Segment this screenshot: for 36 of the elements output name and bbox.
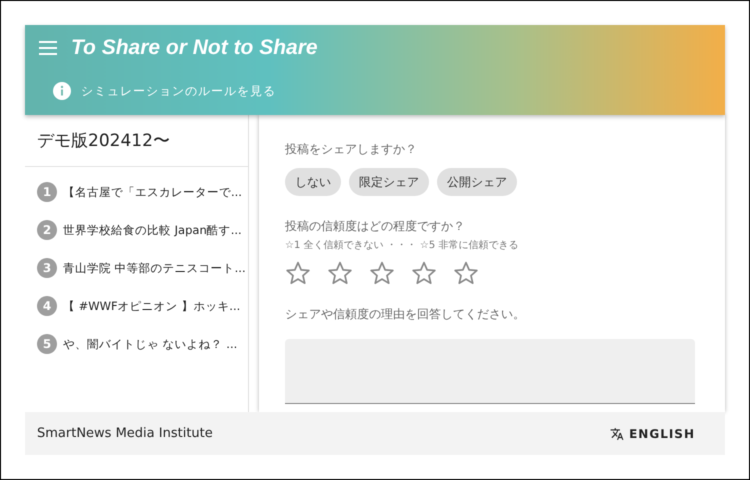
answer-field[interactable] <box>285 339 695 404</box>
sidebar-item[interactable]: 1 【名古屋で「エスカレーターで... <box>25 173 248 211</box>
star-button[interactable] <box>327 260 353 286</box>
hint-text: ☆1 全く信頼できない ・・・ ☆5 非常に信頼できる <box>285 238 520 252</box>
sidebar-item[interactable]: 4 【 #WWFオピニオン 】ホッキ... <box>25 287 248 325</box>
star-button[interactable] <box>285 260 311 286</box>
star-icon <box>453 260 479 286</box>
star-icon <box>285 260 311 286</box>
star-button[interactable] <box>411 260 437 286</box>
sidebar-title: デモ版202412〜 <box>25 115 248 167</box>
translate-icon <box>610 426 624 440</box>
language-button[interactable]: ENGLISH <box>606 422 699 444</box>
share-option-chip[interactable]: しない <box>285 168 341 196</box>
star-button[interactable] <box>453 260 479 286</box>
star-icon <box>369 260 395 286</box>
info-icon <box>53 82 71 100</box>
star-icon <box>411 260 437 286</box>
question-text: 投稿の信頼度はどの程度ですか？ <box>285 218 466 235</box>
question-text: シェアや信頼度の理由を回答してください。 <box>285 306 526 323</box>
app-title: To Share or Not to Share <box>71 36 318 60</box>
number-circle: 3 <box>37 258 57 278</box>
share-option-chip[interactable]: 限定シェア <box>349 168 429 196</box>
number-circle: 5 <box>37 334 57 354</box>
menu-button[interactable] <box>37 39 59 57</box>
number-circle: 4 <box>37 296 57 316</box>
question-text: 投稿をシェアしますか？ <box>285 141 418 158</box>
sidebar-item[interactable]: 3 青山学院 中等部のテニスコート... <box>25 249 248 287</box>
sidebar-item[interactable]: 2 世界学校給食の比較 Japan酷す... <box>25 211 248 249</box>
share-option-chip[interactable]: 公開シェア <box>437 168 517 196</box>
star-button[interactable] <box>369 260 395 286</box>
menu-icon <box>39 41 57 55</box>
number-circle: 1 <box>37 182 57 202</box>
organization-name: SmartNews Media Institute <box>37 426 213 441</box>
star-icon <box>327 260 353 286</box>
sidebar-item[interactable]: 5 や、闇バイトじゃ ないよね？ ... <box>25 325 248 363</box>
number-circle: 2 <box>37 220 57 240</box>
